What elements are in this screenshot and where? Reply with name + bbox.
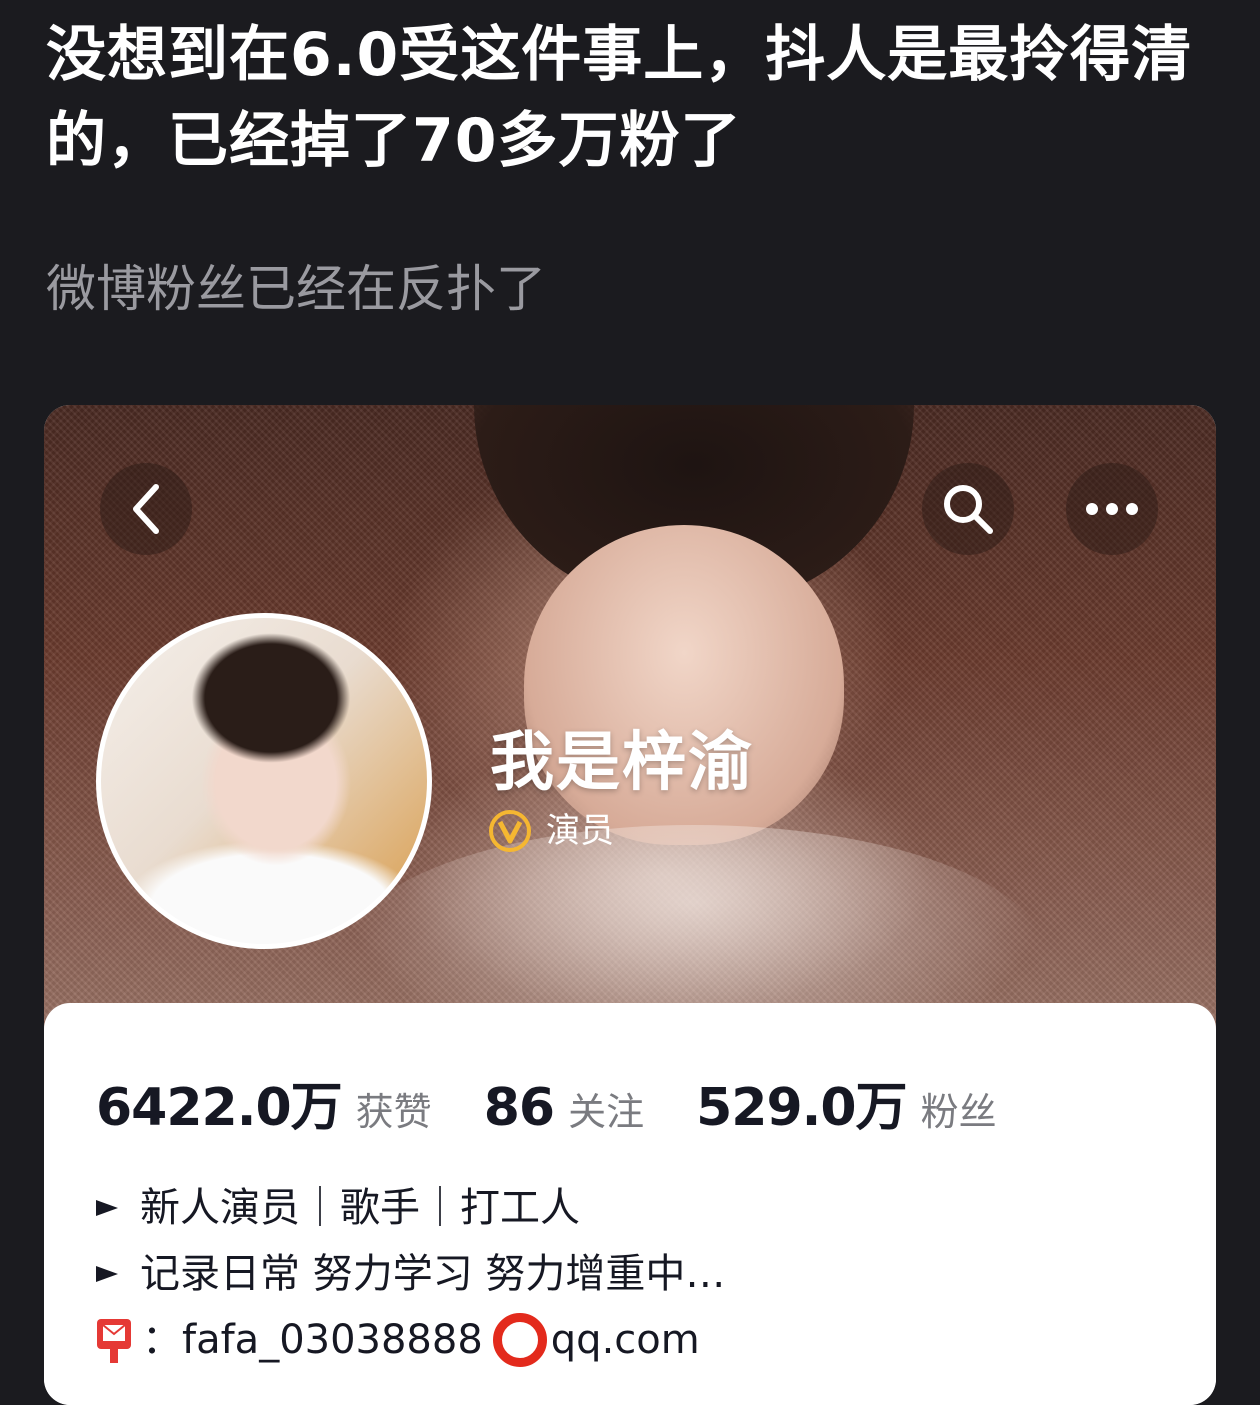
post-subtitle: 微博粉丝已经在反扑了	[46, 260, 546, 318]
mailbox-icon	[97, 1319, 131, 1363]
search-button[interactable]	[922, 463, 1014, 555]
contact-prefix: ：	[142, 1317, 182, 1363]
arrow-bullet-icon	[96, 1266, 118, 1282]
contact-user: fafa_03038888	[182, 1317, 483, 1363]
arrow-bullet-icon	[96, 1200, 118, 1216]
profile-bio: 新人演员｜歌手｜打工人 记录日常 努力学习 努力增重中… ： fafa_0303…	[94, 1175, 725, 1373]
profile-name: 我是梓渝	[490, 726, 754, 800]
bio-text: 新人演员｜歌手｜打工人	[140, 1185, 580, 1231]
red-circle-icon	[492, 1313, 547, 1367]
back-button[interactable]	[100, 463, 192, 555]
search-icon	[944, 485, 993, 534]
stat-label: 粉丝	[920, 1090, 997, 1134]
more-button[interactable]	[1066, 463, 1158, 555]
more-dots-icon	[1086, 503, 1138, 515]
stat-following[interactable]: 86 关注	[484, 1078, 644, 1138]
bio-line: 记录日常 努力学习 努力增重中…	[94, 1241, 725, 1307]
verified-v-badge-icon	[489, 810, 531, 852]
profile-screenshot-card: 我是梓渝 演员 6422.0万 获赞 86 关注 529.0万 粉丝 新人演员｜…	[44, 405, 1216, 1405]
verified-label: 演员	[546, 811, 614, 851]
stat-likes[interactable]: 6422.0万 获赞	[96, 1065, 432, 1140]
profile-info-panel: 6422.0万 获赞 86 关注 529.0万 粉丝 新人演员｜歌手｜打工人 记…	[44, 1003, 1216, 1405]
stat-value: 86	[483, 1078, 555, 1138]
chevron-left-icon	[133, 484, 159, 534]
stat-label: 关注	[568, 1090, 645, 1134]
bio-contact-line: ： fafa_03038888 qq.com	[94, 1307, 725, 1373]
stat-value: 6422.0万	[96, 1078, 343, 1138]
post-title: 没想到在6.0受这件事上，抖人是最拎得清的，已经掉了70多万粉了	[46, 20, 1193, 176]
stat-followers[interactable]: 529.0万 粉丝	[696, 1065, 997, 1140]
avatar[interactable]	[96, 613, 432, 949]
stat-value: 529.0万	[696, 1078, 907, 1138]
contact-domain: qq.com	[550, 1317, 700, 1363]
verification-row: 演员	[488, 809, 614, 853]
bio-line: 新人演员｜歌手｜打工人	[94, 1175, 725, 1241]
stats-row: 6422.0万 获赞 86 关注 529.0万 粉丝	[96, 1065, 1049, 1140]
bio-text: 记录日常 努力学习 努力增重中…	[140, 1251, 726, 1297]
profile-banner: 我是梓渝 演员	[44, 405, 1216, 1085]
stat-label: 获赞	[355, 1090, 432, 1134]
